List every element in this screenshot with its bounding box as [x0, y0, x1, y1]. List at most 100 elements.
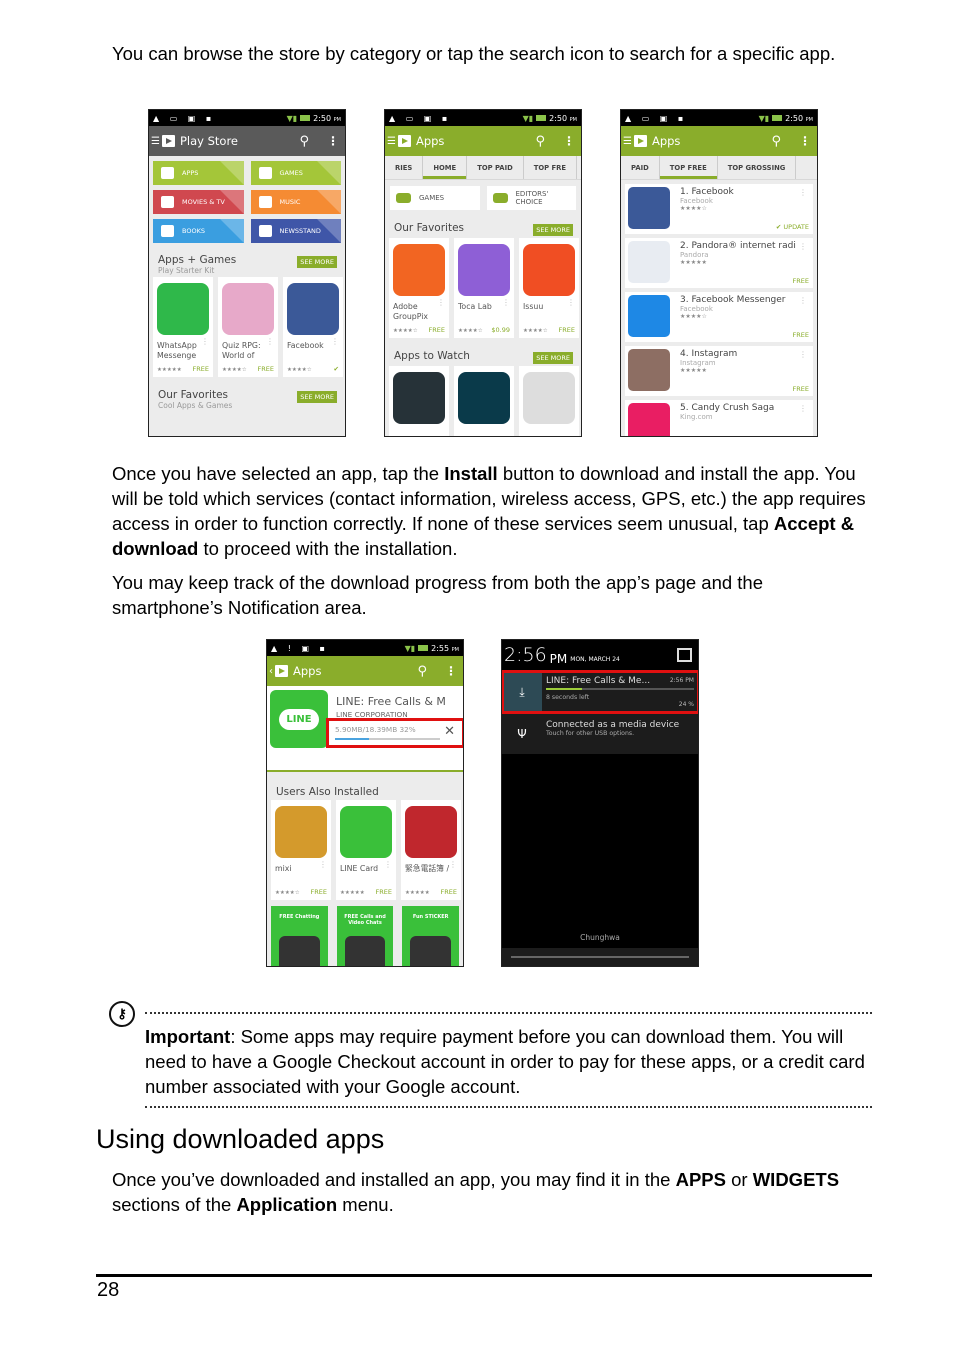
tab[interactable]: TOP GROSSING	[718, 156, 797, 179]
section-subtitle: Cool Apps & Games	[158, 401, 233, 410]
screenshot-caption: Fun STICKER	[412, 914, 449, 920]
overflow-icon[interactable]: ⋮	[799, 242, 807, 251]
category-tile[interactable]: NEWSSTAND	[250, 219, 341, 243]
tab[interactable]: RIES	[385, 156, 424, 179]
overflow-icon[interactable]: ⋮	[449, 860, 457, 869]
back-icon[interactable]: ‹	[269, 666, 273, 677]
overflow-icon[interactable]: ⋮	[437, 298, 445, 307]
wifi-icon: ▼▮	[404, 643, 416, 653]
app-card[interactable]	[454, 366, 514, 436]
usb-notification[interactable]: Ψ Connected as a media device Touch for …	[502, 714, 698, 754]
app-developer: King.com	[680, 413, 713, 421]
drawer-icon[interactable]: ☰	[623, 136, 632, 147]
app-screenshot[interactable]: Fun STICKER	[402, 906, 460, 966]
app-icon	[458, 244, 510, 296]
app-card[interactable]	[519, 366, 579, 436]
tab[interactable]: PAID	[621, 156, 660, 179]
notification-subtitle: Touch for other USB options.	[546, 730, 635, 737]
editors-choice-shortcut[interactable]: EDITORS' CHOICE	[486, 186, 576, 210]
app-screenshot[interactable]: FREE Chatting	[271, 906, 328, 966]
cancel-download-icon[interactable]: ✕	[444, 724, 455, 739]
app-card[interactable]: Facebook ⋮ ★★★★☆ ✔	[283, 277, 343, 377]
app-title: 4. Instagram	[680, 349, 738, 359]
tab[interactable]: TOP FRE	[524, 156, 578, 179]
search-icon[interactable]: ⚲	[299, 134, 309, 149]
see-more-button[interactable]: SEE MORE	[297, 391, 337, 403]
overflow-icon[interactable]: ⋮	[384, 860, 392, 869]
battery-icon	[300, 115, 311, 121]
download-progress-bar	[335, 738, 440, 740]
tab-bar: PAID TOP FREE TOP GROSSING	[621, 156, 817, 180]
app-title: 1. Facebook	[680, 187, 734, 197]
category-tile[interactable]: MOVIES & TV	[153, 190, 244, 214]
see-more-button[interactable]: SEE MORE	[533, 224, 573, 236]
shortcut-label: GAMES	[419, 194, 445, 202]
shortcut-label: EDITORS' CHOICE	[515, 190, 549, 206]
category-tile[interactable]: BOOKS	[153, 219, 244, 243]
quick-settings-icon[interactable]	[677, 648, 692, 662]
app-screenshot[interactable]: FREE Calls and Video Chats	[336, 906, 394, 966]
notification-title: Connected as a media device	[546, 720, 680, 730]
category-tile[interactable]: GAMES	[250, 161, 341, 185]
tab[interactable]: HOME	[423, 156, 468, 179]
app-card[interactable]: LINE Card ⋮ ★★★★★ FREE	[336, 800, 396, 900]
section-header: Our Favorites Cool Apps & Games SEE MORE	[149, 377, 345, 412]
overflow-icon[interactable]: ⋮	[266, 337, 274, 346]
list-item[interactable]: 5. Candy Crush Saga King.com ⋮	[625, 400, 813, 436]
app-card[interactable]: Issuu ⋮ ★★★★☆ FREE	[519, 238, 579, 338]
app-card[interactable]: Toca Lab ⋮ ★★★★☆ $0.99	[454, 238, 514, 338]
text: or	[725, 1169, 753, 1190]
screenshot-strip: FREE Chatting FREE Calls and Video Chats F…	[267, 900, 463, 966]
search-icon[interactable]: ⚲	[535, 134, 545, 149]
category-tile[interactable]: MUSIC	[250, 190, 341, 214]
app-card[interactable]: 緊急電話簿 / ⋮ ★★★★★ FREE	[401, 800, 461, 900]
app-card[interactable]: Adobe GroupPix ⋮ ★★★★☆ FREE	[389, 238, 449, 338]
app-bar: ☰ Apps ⚲ ⋮	[621, 126, 817, 156]
rating-stars: ★★★★☆	[458, 328, 483, 334]
app-title: 3. Facebook Messenger	[680, 295, 786, 305]
overflow-menu-icon[interactable]: ⋮	[445, 664, 457, 678]
search-icon[interactable]: ⚲	[417, 664, 427, 679]
play-store-logo-icon	[633, 135, 647, 147]
list-item[interactable]: 3. Facebook Messenger Facebook ★★★★☆ ⋮ FREE	[625, 292, 813, 342]
list-item[interactable]: 2. Pandora® internet radi Pandora ★★★★★ ⋮ FR…	[625, 238, 813, 288]
app-bar-title: Apps	[293, 664, 322, 678]
app-card[interactable]: Quiz RPG: World of ⋮ ★★★★☆ FREE	[218, 277, 278, 377]
overflow-menu-icon[interactable]: ⋮	[799, 134, 811, 148]
drag-handle[interactable]	[502, 948, 698, 966]
page-number: 28	[97, 1279, 120, 1301]
app-card[interactable]: WhatsApp Messenge ⋮ ★★★★★ FREE	[153, 277, 213, 377]
list-item[interactable]: 1. Facebook Facebook ★★★★☆ ⋮ ✔ UPDATE	[625, 184, 813, 234]
search-icon[interactable]: ⚲	[771, 134, 781, 149]
overflow-icon[interactable]: ⋮	[319, 860, 327, 869]
overflow-icon[interactable]: ⋮	[799, 188, 807, 197]
divider	[145, 1012, 872, 1014]
see-more-button[interactable]: SEE MORE	[297, 256, 337, 268]
tab[interactable]: TOP PAID	[467, 156, 524, 179]
games-shortcut[interactable]: GAMES	[390, 186, 480, 210]
overflow-menu-icon[interactable]: ⋮	[327, 134, 339, 148]
see-more-button[interactable]: SEE MORE	[533, 352, 573, 364]
overflow-icon[interactable]: ⋮	[502, 298, 510, 307]
category-icon	[258, 225, 272, 237]
download-status: 5.90MB/18.39MB 32%	[335, 725, 416, 734]
overflow-icon[interactable]: ⋮	[799, 350, 807, 359]
app-card[interactable]	[389, 366, 449, 436]
drawer-icon[interactable]: ☰	[151, 136, 160, 147]
tab[interactable]: TOP FREE	[659, 156, 718, 179]
category-icon	[161, 196, 174, 208]
status-bar: ▲ ! ▣ ▪ ▼▮ 2:55 PM	[267, 640, 463, 656]
overflow-icon[interactable]: ⋮	[567, 298, 575, 307]
category-tile[interactable]: APPS	[153, 161, 244, 185]
overflow-icon[interactable]: ⋮	[799, 404, 807, 413]
drawer-icon[interactable]: ☰	[387, 136, 396, 147]
app-card[interactable]: mixi ⋮ ★★★★☆ FREE	[271, 800, 331, 900]
app-icon	[628, 241, 670, 283]
battery-icon	[418, 645, 429, 651]
overflow-menu-icon[interactable]: ⋮	[563, 134, 575, 148]
overflow-icon[interactable]: ⋮	[799, 296, 807, 305]
list-item[interactable]: 4. Instagram Instagram ★★★★★ ⋮ FREE	[625, 346, 813, 396]
category-label: APPS	[182, 169, 199, 177]
overflow-icon[interactable]: ⋮	[331, 337, 339, 346]
overflow-icon[interactable]: ⋮	[201, 337, 209, 346]
